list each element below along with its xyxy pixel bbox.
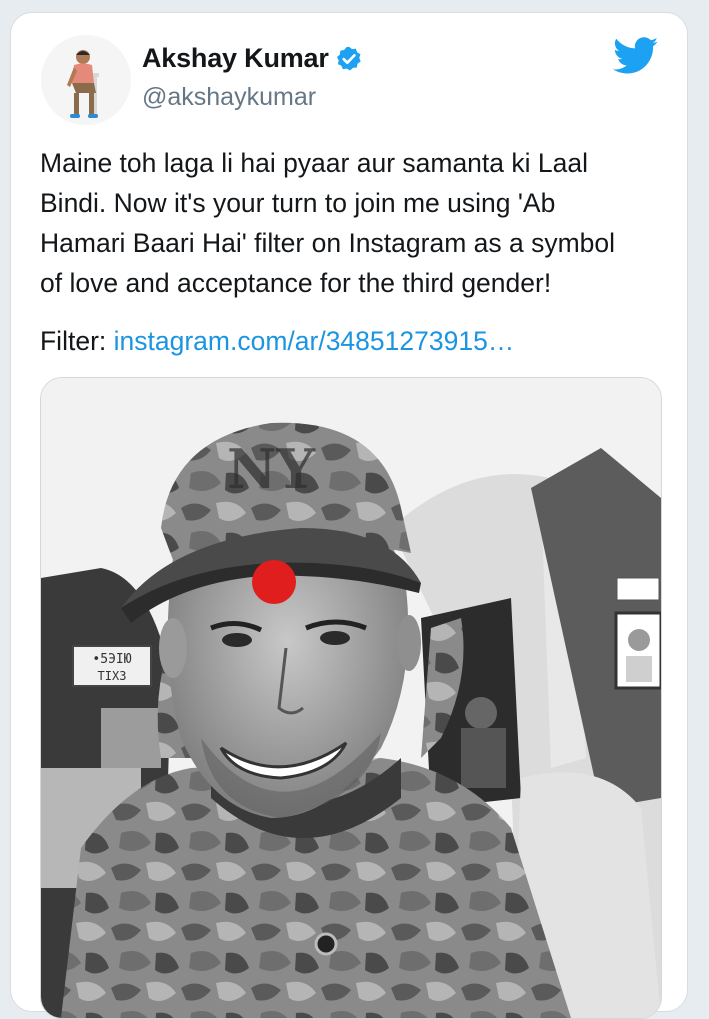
selfie-photo-image: •5ЭIЮ TIX3 NY xyxy=(41,378,661,1018)
filter-label: Filter: xyxy=(40,326,114,356)
author-name-row[interactable]: Akshay Kumar xyxy=(142,43,363,74)
exit-sign-text: •5ЭIЮ xyxy=(92,652,131,667)
avatar-photo xyxy=(41,35,131,125)
verified-badge-icon xyxy=(336,46,361,71)
author-handle[interactable]: @akshaykumar xyxy=(142,83,316,112)
cap-logo: NY xyxy=(227,437,316,501)
filter-line: Filter: instagram.com/ar/34851273915… xyxy=(40,321,514,361)
filter-link[interactable]: instagram.com/ar/34851273915… xyxy=(114,326,515,356)
tweet-media-photo[interactable]: •5ЭIЮ TIX3 NY xyxy=(40,377,662,1019)
author-display-name[interactable]: Akshay Kumar xyxy=(142,43,329,74)
author-avatar[interactable] xyxy=(41,35,131,125)
twitter-bird-icon[interactable] xyxy=(613,37,659,75)
tweet-body-text: Maine toh laga li hai pyaar aur samanta … xyxy=(40,148,616,298)
tweet-card[interactable]: Akshay Kumar @akshaykumar Maine toh laga… xyxy=(10,12,688,1019)
red-bindi xyxy=(252,560,296,604)
exit-sign-text-bottom: TIX3 xyxy=(98,669,127,683)
